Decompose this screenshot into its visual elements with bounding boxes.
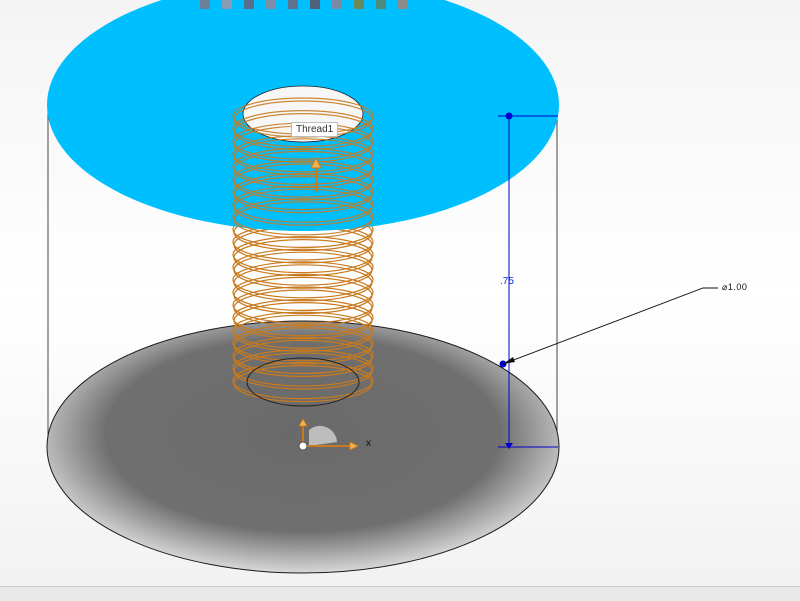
origin-point[interactable] xyxy=(298,441,308,451)
dimension-handle-top[interactable] xyxy=(505,112,513,120)
hide-show-icon[interactable] xyxy=(332,0,342,9)
status-bar xyxy=(0,586,800,601)
appearance-icon[interactable] xyxy=(354,0,364,9)
heads-up-view-toolbar xyxy=(200,0,408,10)
zoom-area-icon[interactable] xyxy=(222,0,232,9)
x-axis-label: x xyxy=(366,438,371,449)
height-dimension-value[interactable]: .75 xyxy=(500,276,514,287)
previous-view-icon[interactable] xyxy=(244,0,254,9)
diameter-dimension-value[interactable]: ⌀1.00 xyxy=(722,282,747,293)
scene-icon[interactable] xyxy=(376,0,386,9)
zoom-icon[interactable] xyxy=(200,0,210,9)
settings-icon[interactable] xyxy=(398,0,408,9)
section-view-icon[interactable] xyxy=(266,0,276,9)
model-view[interactable] xyxy=(0,0,800,586)
graphics-area[interactable]: Thread1 .75 ⌀1.00 x xyxy=(0,0,800,586)
feature-callout-label[interactable]: Thread1 xyxy=(291,122,339,137)
view-orientation-icon[interactable] xyxy=(288,0,298,9)
display-style-icon[interactable] xyxy=(310,0,320,9)
